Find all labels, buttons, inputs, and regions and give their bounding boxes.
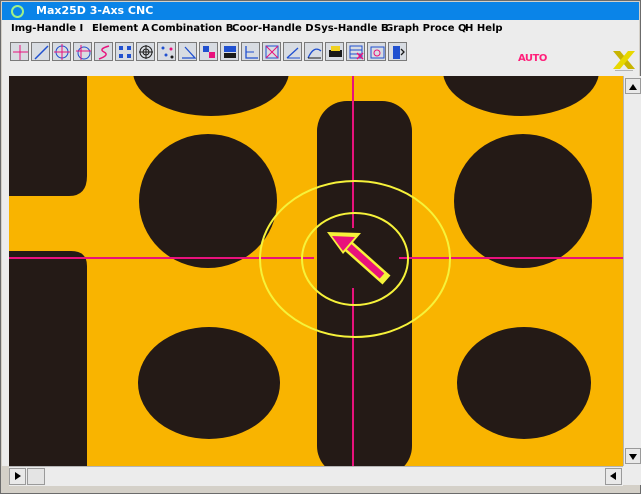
color-block-icon <box>203 46 215 58</box>
pattern-icon <box>224 46 236 58</box>
diagonal-box-icon <box>265 45 279 59</box>
circle-offset-tool-button[interactable] <box>73 42 92 61</box>
title-bar: Max25D 3-Axs CNC <box>2 2 639 20</box>
pattern-tool-button[interactable] <box>220 42 239 61</box>
auto-curve-icon <box>307 48 322 59</box>
slope-icon <box>286 47 300 59</box>
circle-offset-icon <box>76 45 91 60</box>
window-title: Max25D 3-Axs CNC <box>36 4 154 17</box>
pad-hole <box>457 327 591 439</box>
axis-icon <box>245 46 258 59</box>
line-icon <box>34 45 49 60</box>
vertical-scrollbar[interactable] <box>623 76 641 466</box>
close-grid-icon <box>349 45 364 60</box>
angle-icon <box>182 46 197 59</box>
scroll-left-button[interactable] <box>9 468 26 485</box>
curve-icon <box>98 45 110 60</box>
pad-hole <box>138 327 280 439</box>
color-block-tool-button[interactable] <box>199 42 218 61</box>
exit-tool-button[interactable] <box>388 42 407 61</box>
menu-sys-handle[interactable]: Sys-Handle E <box>314 20 388 38</box>
angle-tool-button[interactable] <box>178 42 197 61</box>
horizontal-scrollbar[interactable] <box>9 466 623 486</box>
conductor-strip <box>317 101 412 466</box>
menu-combination[interactable]: Combination B <box>151 20 233 38</box>
arrow-down-icon <box>629 454 637 460</box>
close-grid-tool-button[interactable] <box>346 42 365 61</box>
camera-tool-button[interactable] <box>367 42 386 61</box>
axis-tool-button[interactable] <box>241 42 260 61</box>
target-tool-button[interactable] <box>136 42 155 61</box>
diagonal-box-tool-button[interactable] <box>262 42 281 61</box>
pad-hole <box>454 134 592 268</box>
menu-graph-proce[interactable]: Graph Proce Q <box>385 20 466 38</box>
substrate-shape <box>9 251 87 466</box>
menu-help[interactable]: H Help <box>465 20 503 38</box>
left-gutter <box>2 76 9 466</box>
scatter-tool-button[interactable] <box>157 42 176 61</box>
auto-curve-tool-button[interactable] <box>304 42 323 61</box>
menu-element[interactable]: Element A <box>92 20 149 38</box>
app-window: Max25D 3-Axs CNC Img-Handle I Element A … <box>0 0 641 494</box>
substrate-shape <box>9 76 87 196</box>
print-icon <box>329 46 342 57</box>
x-logo-icon <box>613 51 635 71</box>
cross-tool-button[interactable] <box>10 42 29 61</box>
pcb-image <box>9 76 623 466</box>
grid-points-icon <box>119 46 131 58</box>
menu-coor-handle[interactable]: Coor-Handle D <box>232 20 314 38</box>
grid-points-tool-button[interactable] <box>115 42 134 61</box>
scroll-up-button[interactable] <box>625 78 641 94</box>
app-icon <box>11 5 24 18</box>
exit-icon <box>393 46 405 59</box>
scroll-down-button[interactable] <box>625 448 641 464</box>
scroll-corner <box>623 466 641 485</box>
menu-img-handle[interactable]: Img-Handle I <box>11 20 83 38</box>
arrow-up-icon <box>629 84 637 90</box>
camera-viewport[interactable] <box>9 76 623 466</box>
print-tool-button[interactable] <box>325 42 344 61</box>
curve-tool-button[interactable] <box>94 42 113 61</box>
slope-tool-button[interactable] <box>283 42 302 61</box>
toolbar: AUTO <box>2 38 639 76</box>
scroll-thumb[interactable] <box>27 468 45 485</box>
menu-bar: Img-Handle I Element A Combination B Coo… <box>2 20 639 38</box>
target-icon <box>139 45 153 59</box>
line-tool-button[interactable] <box>31 42 50 61</box>
cross-icon <box>13 45 28 60</box>
auto-mode-label: AUTO <box>518 53 547 64</box>
arrow-right-icon <box>15 472 21 480</box>
scroll-right-button[interactable] <box>605 468 622 485</box>
circle-center-tool-button[interactable] <box>52 42 71 61</box>
scatter-icon <box>161 46 174 59</box>
arrow-left-icon <box>610 472 616 480</box>
circle-center-icon <box>54 44 70 60</box>
camera-icon <box>370 46 385 59</box>
pad-hole <box>139 134 277 268</box>
